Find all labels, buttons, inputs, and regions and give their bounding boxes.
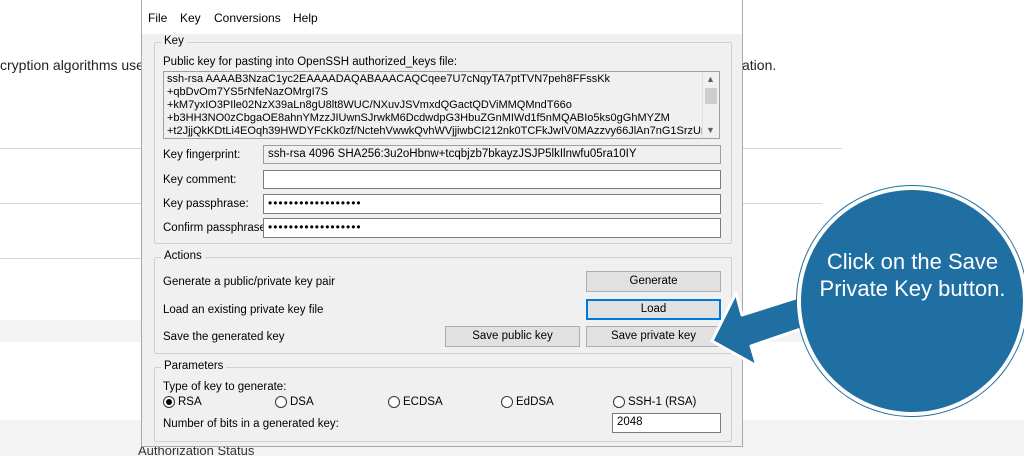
scroll-thumb[interactable]	[705, 88, 717, 104]
fingerprint-field[interactable]: ssh-rsa 4096 SHA256:3u2oHbnw+tcqbjzb7bka…	[263, 145, 721, 164]
confirm-passphrase-label: Confirm passphrase:	[163, 222, 270, 234]
generate-label: Generate a public/private key pair	[163, 276, 335, 288]
bits-field[interactable]: 2048	[612, 413, 721, 433]
actions-group-title: Actions	[161, 250, 205, 262]
public-key-line: +t2JjjQkKDtLi4EOqh39HWDYFcKk0zf/NctehVww…	[167, 125, 708, 137]
background-text-left: cryption algorithms use	[0, 57, 144, 73]
radio-dsa-label[interactable]: DSA	[290, 396, 314, 408]
menu-conversions[interactable]: Conversions	[214, 11, 281, 25]
public-key-textbox[interactable]: ssh-rsa AAAAB3NzaC1yc2EAAAADAQABAAACAQCq…	[163, 71, 720, 139]
key-type-label: Type of key to generate:	[163, 381, 287, 393]
background-divider	[742, 203, 822, 204]
radio-ssh1-rsa-label[interactable]: SSH-1 (RSA)	[628, 396, 696, 408]
save-private-key-button[interactable]: Save private key	[586, 326, 721, 347]
radio-ecdsa[interactable]	[388, 396, 400, 408]
radio-rsa-label[interactable]: RSA	[178, 396, 202, 408]
radio-ssh1-rsa[interactable]	[613, 396, 625, 408]
puttygen-window: File Key Conversions Help Key Public key…	[141, 0, 743, 447]
radio-rsa[interactable]	[163, 396, 175, 408]
comment-field[interactable]	[263, 170, 721, 189]
key-group-title: Key	[161, 35, 187, 47]
radio-dsa[interactable]	[275, 396, 287, 408]
menu-file[interactable]: File	[148, 11, 167, 25]
background-divider	[0, 148, 141, 149]
background-divider	[0, 258, 141, 259]
save-label: Save the generated key	[163, 331, 285, 343]
parameters-group-title: Parameters	[161, 360, 227, 372]
passphrase-label: Key passphrase:	[163, 198, 249, 210]
save-public-key-button[interactable]: Save public key	[445, 326, 580, 347]
public-key-line: +b3HH3NO0zCbgaOE8ahnYMzzJIUwnSJrwkM6Dcdw…	[167, 112, 670, 124]
menu-help[interactable]: Help	[293, 11, 318, 25]
generate-button[interactable]: Generate	[586, 271, 721, 292]
bits-label: Number of bits in a generated key:	[163, 418, 339, 430]
comment-label: Key comment:	[163, 174, 237, 186]
public-key-scrollbar[interactable]: ▲ ▼	[702, 72, 719, 138]
public-key-line: +kM7yxIO3PIle02NzX39aLn8gU8lt8WUC/NXuvJS…	[167, 99, 572, 111]
confirm-passphrase-field[interactable]: ••••••••••••••••••	[263, 218, 721, 238]
menu-bar: File Key Conversions Help	[142, 0, 742, 34]
background-divider	[742, 148, 842, 149]
radio-eddsa[interactable]	[501, 396, 513, 408]
passphrase-field[interactable]: ••••••••••••••••••	[263, 194, 721, 214]
fingerprint-label: Key fingerprint:	[163, 149, 241, 161]
load-label: Load an existing private key file	[163, 304, 324, 316]
scroll-up-icon[interactable]: ▲	[706, 74, 715, 84]
public-key-line: +qbDvOm7YS5rNfeNazOMrgI7S	[167, 86, 329, 98]
radio-ecdsa-label[interactable]: ECDSA	[403, 396, 443, 408]
public-key-line: ssh-rsa AAAAB3NzaC1yc2EAAAADAQABAAACAQCq…	[167, 73, 611, 85]
public-key-label: Public key for pasting into OpenSSH auth…	[163, 56, 458, 68]
load-button[interactable]: Load	[586, 299, 721, 320]
background-text-right: ation.	[742, 57, 777, 73]
callout-text: Click on the Save Private Key button.	[819, 249, 1006, 301]
scroll-down-icon[interactable]: ▼	[706, 125, 715, 135]
menu-key[interactable]: Key	[180, 11, 201, 25]
radio-eddsa-label[interactable]: EdDSA	[516, 396, 554, 408]
background-divider	[0, 203, 141, 204]
